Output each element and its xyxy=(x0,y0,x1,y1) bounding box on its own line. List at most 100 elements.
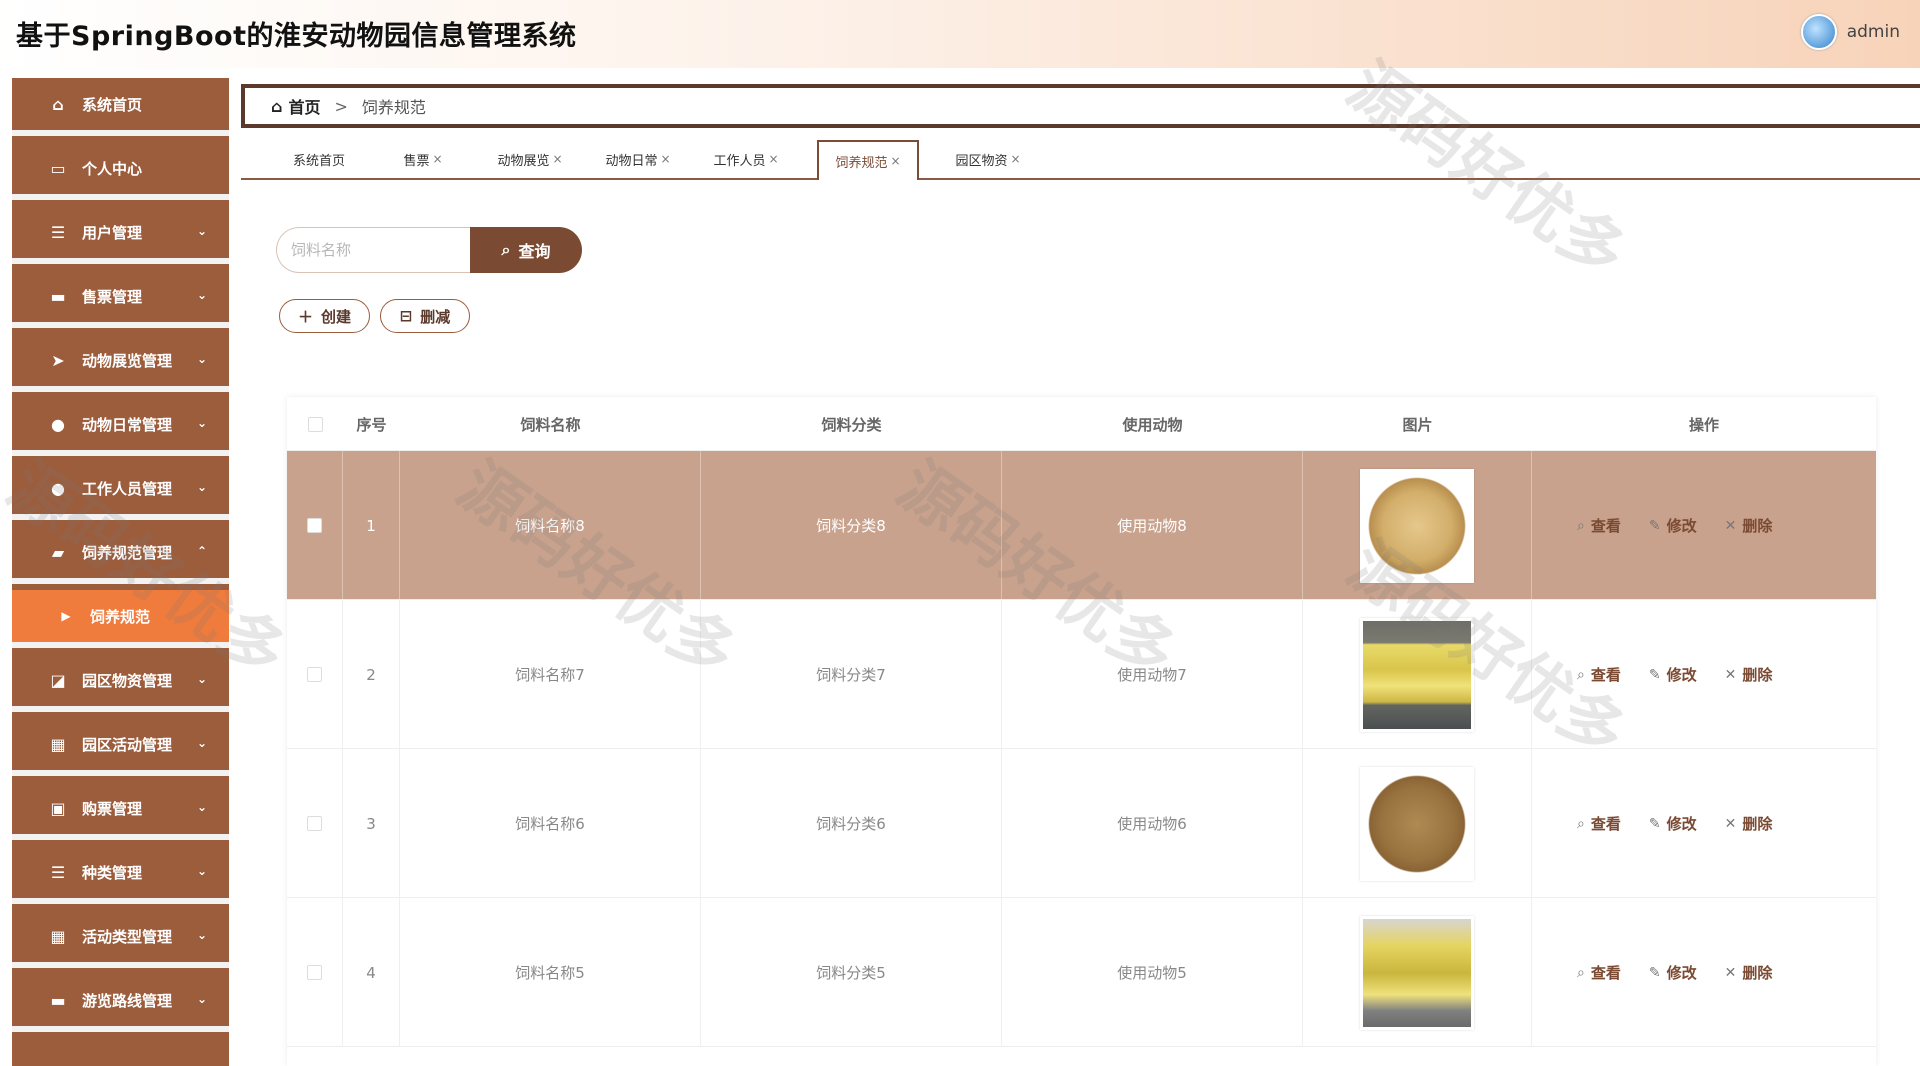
sidebar-item-staff[interactable]: ● 工作人员管理 ⌄ xyxy=(12,462,229,520)
table-row[interactable]: 4 饲料名称5 饲料分类5 使用动物5 ⌕ 查看 ✎ 修改 ✕ 删除 xyxy=(287,898,1876,1047)
profile-card-icon: ▭ xyxy=(50,158,66,178)
remove-button[interactable]: ✕ 删除 xyxy=(1725,962,1773,983)
sidebar-item-home[interactable]: ⌂ 系统首页 xyxy=(12,78,229,136)
sidebar-item-label: 活动类型管理 xyxy=(82,927,173,946)
close-icon[interactable]: × xyxy=(552,152,562,166)
tab-daily[interactable]: 动物日常 × xyxy=(595,140,681,178)
view-button[interactable]: ⌕ 查看 xyxy=(1577,962,1621,983)
view-label: 查看 xyxy=(1590,964,1621,982)
username[interactable]: admin xyxy=(1847,22,1900,42)
user-menu[interactable]: admin xyxy=(1800,14,1900,50)
select-all-cell xyxy=(287,397,343,451)
sidebar-item-exhibition[interactable]: ➤ 动物展览管理 ⌄ xyxy=(12,334,229,392)
view-label: 查看 xyxy=(1590,517,1621,535)
image-cell xyxy=(1303,451,1532,600)
chevron-down-icon: ⌄ xyxy=(196,480,207,494)
sidebar-item-label: 动物展览管理 xyxy=(82,351,173,370)
view-button[interactable]: ⌕ 查看 xyxy=(1577,664,1621,685)
sidebar-item-label: 售票管理 xyxy=(82,287,143,306)
sidebar-item-supplies[interactable]: ◪ 园区物资管理 ⌄ xyxy=(12,654,229,712)
tab-supplies[interactable]: 园区物资 × xyxy=(945,140,1031,178)
edit-button[interactable]: ✎ 修改 xyxy=(1649,664,1697,685)
table-row[interactable]: 3 饲料名称6 饲料分类6 使用动物6 ⌕ 查看 ✎ 修改 ✕ 删除 xyxy=(287,749,1876,898)
feed-name-search-input[interactable] xyxy=(276,227,470,273)
search-button[interactable]: ⌕ 查询 xyxy=(470,227,582,273)
edit-label: 修改 xyxy=(1666,815,1697,833)
row-index: 4 xyxy=(343,898,400,1047)
breadcrumb-home[interactable]: ⌂ 首页 xyxy=(271,94,320,118)
sidebar-item-feeding[interactable]: ▶ 饲养规范 xyxy=(12,590,229,648)
chevron-down-icon: ⌄ xyxy=(196,672,207,686)
search-icon: ⌕ xyxy=(1577,517,1585,534)
row-checkbox[interactable] xyxy=(307,816,322,831)
sidebar-item-ticketing[interactable]: ▬ 售票管理 ⌄ xyxy=(12,270,229,328)
table-row[interactable]: 1 饲料名称8 饲料分类8 使用动物8 ⌕ 查看 ✎ 修改 ✕ 删除 xyxy=(287,451,1876,600)
close-icon: ✕ xyxy=(1724,666,1737,683)
sidebar-item-profile[interactable]: ▭ 个人中心 xyxy=(12,142,229,200)
column-header: 序号 xyxy=(356,415,387,434)
avatar[interactable] xyxy=(1800,14,1837,50)
sidebar-item-activity-types[interactable]: ▦ 活动类型管理 ⌄ xyxy=(12,910,229,968)
chevron-down-icon: ⌄ xyxy=(196,992,207,1006)
edit-button[interactable]: ✎ 修改 xyxy=(1649,515,1697,536)
remove-button[interactable]: ✕ 删除 xyxy=(1725,664,1773,685)
tab-label: 饲养规范 xyxy=(835,155,888,171)
feed-image[interactable] xyxy=(1360,766,1474,881)
close-icon[interactable]: × xyxy=(768,152,778,166)
pencil-icon: ✎ xyxy=(1648,666,1661,683)
tab-exhibition[interactable]: 动物展览 × xyxy=(487,140,573,178)
sidebar-item-activities[interactable]: ▦ 园区活动管理 ⌄ xyxy=(12,718,229,776)
tab-home[interactable]: 系统首页 xyxy=(275,140,363,178)
tab-label: 系统首页 xyxy=(292,153,345,169)
edit-button[interactable]: ✎ 修改 xyxy=(1649,962,1697,983)
close-icon[interactable]: × xyxy=(660,152,670,166)
tab-feeding[interactable]: 饲养规范 × xyxy=(817,140,919,180)
close-icon: ✕ xyxy=(1724,815,1737,832)
row-checkbox[interactable] xyxy=(307,667,322,682)
remove-button[interactable]: ✕ 删除 xyxy=(1725,515,1773,536)
edit-label: 修改 xyxy=(1666,666,1697,684)
breadcrumb-separator: > xyxy=(334,96,348,116)
remove-button[interactable]: ✕ 删除 xyxy=(1725,813,1773,834)
breadcrumb-home-label[interactable]: 首页 xyxy=(288,94,320,118)
feed-image[interactable] xyxy=(1360,617,1474,732)
send-icon: ➤ xyxy=(51,350,65,370)
sidebar-item-species[interactable]: ☰ 种类管理 ⌄ xyxy=(12,846,229,904)
feed-image[interactable] xyxy=(1360,915,1474,1030)
row-checkbox[interactable] xyxy=(307,965,322,980)
row-select-cell xyxy=(287,600,343,749)
delete-button[interactable]: ⊟ 删减 xyxy=(380,299,470,333)
chevron-down-icon: ⌄ xyxy=(196,864,207,878)
image-cell xyxy=(1303,749,1532,898)
column-header: 饲料名称 xyxy=(520,415,581,434)
sidebar-item-feeding-group[interactable]: ▰ 饲养规范管理 ⌃ xyxy=(12,526,229,584)
view-label: 查看 xyxy=(1590,666,1621,684)
close-icon[interactable]: × xyxy=(1010,152,1020,166)
view-button[interactable]: ⌕ 查看 xyxy=(1577,515,1621,536)
sidebar-item-label: 饲养规范管理 xyxy=(82,543,173,562)
tab-tickets[interactable]: 售票 × xyxy=(387,140,459,178)
image-cell xyxy=(1303,600,1532,749)
select-all-checkbox[interactable] xyxy=(307,416,323,432)
edit-label: 修改 xyxy=(1666,964,1697,982)
feed-image[interactable] xyxy=(1360,468,1474,583)
row-select-cell xyxy=(287,898,343,1047)
chevron-down-icon: ⌄ xyxy=(196,736,207,750)
view-button[interactable]: ⌕ 查看 xyxy=(1577,813,1621,834)
close-icon[interactable]: × xyxy=(890,154,900,168)
search-icon: ⌕ xyxy=(1577,964,1585,981)
tab-label: 售票 xyxy=(403,153,430,169)
row-actions: ⌕ 查看 ✎ 修改 ✕ 删除 xyxy=(1532,898,1876,1047)
tab-staff[interactable]: 工作人员 × xyxy=(703,140,789,178)
close-icon[interactable]: × xyxy=(432,152,442,166)
table-row[interactable]: 2 饲料名称7 饲料分类7 使用动物7 ⌕ 查看 ✎ 修改 ✕ 删除 xyxy=(287,600,1876,749)
edit-button[interactable]: ✎ 修改 xyxy=(1649,813,1697,834)
sidebar-item-purchase[interactable]: ▣ 购票管理 ⌄ xyxy=(12,782,229,840)
sidebar-item-label: 园区活动管理 xyxy=(82,735,173,754)
row-checkbox[interactable] xyxy=(307,518,322,533)
sidebar-item-daily[interactable]: ● 动物日常管理 ⌄ xyxy=(12,398,229,456)
create-button[interactable]: ＋ 创建 xyxy=(279,299,370,333)
sidebar-item-users[interactable]: ☰ 用户管理 ⌄ xyxy=(12,206,229,264)
row-select-cell xyxy=(287,451,343,600)
sidebar-item-routes[interactable]: ▬ 游览路线管理 ⌄ xyxy=(12,974,229,1032)
